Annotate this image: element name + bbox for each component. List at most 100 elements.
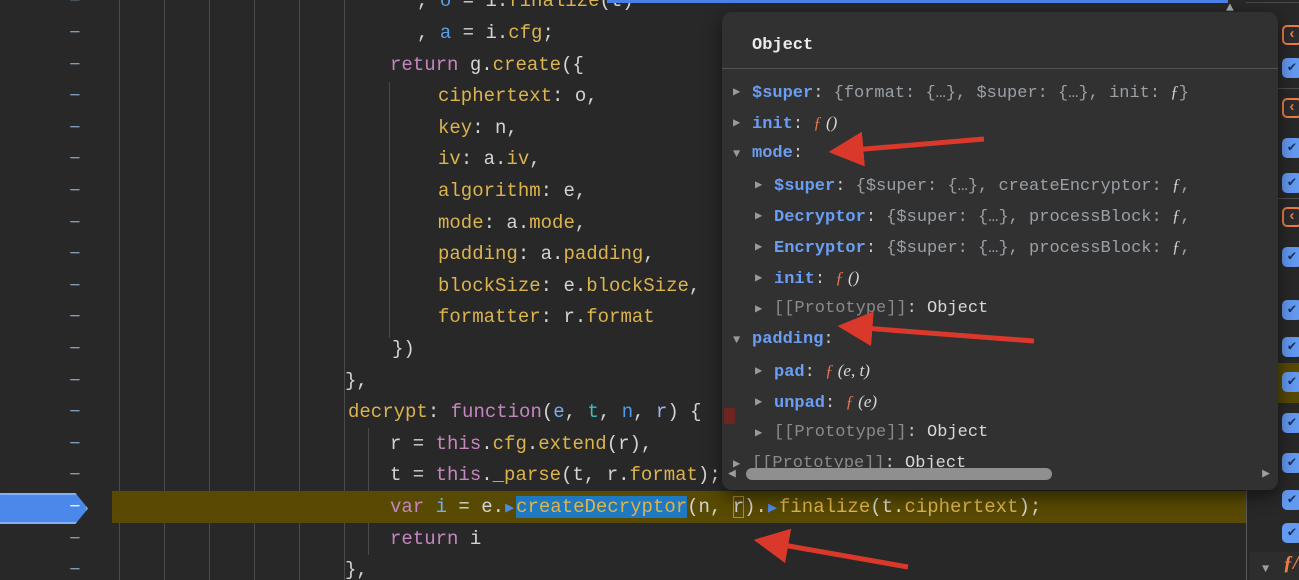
code-token: . (481, 464, 492, 486)
popup-horizontal-scrollbar[interactable]: ◀ ▶ (724, 466, 1276, 482)
collapsed-triangle-icon[interactable]: ▶ (733, 108, 740, 138)
collapsed-triangle-icon[interactable]: ▶ (755, 387, 762, 417)
gutter-line-marker[interactable]: − (66, 396, 84, 428)
collapsed-triangle-icon[interactable]: ▶ (755, 356, 762, 386)
gutter-line-marker[interactable]: − (66, 270, 84, 302)
code-token: ); (1018, 496, 1041, 518)
code-token: ; (542, 22, 553, 44)
gutter-line-marker[interactable]: − (66, 0, 84, 17)
code-token: o, (575, 85, 598, 107)
code-token: ciphertext (904, 496, 1018, 518)
code-token: n (699, 496, 710, 518)
expander-triangle-icon[interactable]: ▼ (1262, 562, 1269, 576)
object-property-row[interactable]: ▶$super: {format: {…}, $super: {…}, init… (722, 77, 1262, 107)
code-token (424, 496, 435, 518)
breakpoint-badge[interactable]: ‹ (1282, 98, 1299, 118)
object-property-row[interactable]: ▶$super: {$super: {…}, createEncryptor: … (722, 170, 1262, 200)
code-line[interactable]: − return i (0, 523, 1299, 555)
scroll-right-icon[interactable]: ▶ (1262, 466, 1270, 482)
property-value: {format: {…}, $super: {…}, init: (834, 84, 1171, 103)
breakpoint-checkbox[interactable]: ✔ (1282, 138, 1299, 158)
code-token: r (733, 496, 744, 518)
breakpoint-checkbox[interactable]: ✔ (1282, 372, 1299, 392)
gutter-line-marker[interactable]: − (66, 554, 84, 580)
object-property-row[interactable]: ▶[[Prototype]]: Object (722, 418, 1262, 448)
code-token: : (541, 275, 564, 297)
code-token: this (436, 464, 482, 486)
scrollbar-thumb[interactable] (746, 468, 1052, 480)
step-into-icon[interactable]: ▶ (504, 500, 516, 517)
gutter-line-marker[interactable]: − (66, 301, 84, 333)
breakpoint-checkbox[interactable]: ✔ (1282, 413, 1299, 433)
code-token: i. (485, 22, 508, 44)
gutter-line-marker[interactable]: − (66, 238, 84, 270)
code-token: ciphertext (438, 85, 552, 107)
collapsed-triangle-icon[interactable]: ▶ (755, 263, 762, 293)
code-line[interactable]: −}, (0, 554, 1299, 580)
object-property-row[interactable]: ▶pad: ƒ (e, t) (722, 356, 1262, 386)
collapsed-triangle-icon[interactable]: ▶ (755, 232, 762, 262)
collapsed-triangle-icon[interactable]: ▶ (755, 418, 762, 448)
collapsed-triangle-icon[interactable]: ▶ (755, 170, 762, 200)
object-property-row[interactable]: ▶unpad: ƒ (e) (722, 387, 1262, 417)
breakpoint-badge[interactable]: ‹ (1282, 207, 1299, 227)
gutter-line-marker[interactable]: − (66, 523, 84, 555)
collapsed-triangle-icon[interactable]: ▶ (733, 77, 740, 107)
code-token: r. (607, 464, 630, 486)
property-value: {$super: {…}, processBlock: (886, 208, 1172, 227)
breakpoint-checkbox[interactable]: ✔ (1282, 453, 1299, 473)
breakpoint-badge[interactable]: ‹ (1282, 25, 1299, 45)
gutter-line-marker[interactable]: − (66, 49, 84, 81)
code-token: , (689, 275, 700, 297)
breakpoint-checkbox[interactable]: ✔ (1282, 58, 1299, 78)
gutter-line-marker[interactable]: − (66, 80, 84, 112)
expanded-triangle-icon[interactable]: ▼ (733, 139, 740, 169)
object-property-row[interactable]: ▶init: ƒ () (722, 108, 1262, 138)
gutter-line-marker[interactable]: − (66, 143, 84, 175)
gutter-line-marker[interactable]: − (66, 365, 84, 397)
breakpoint-checkbox[interactable]: ✔ (1282, 247, 1299, 267)
property-value: Object (927, 423, 988, 442)
breakpoint-checkbox[interactable]: ✔ (1282, 173, 1299, 193)
breakpoint-checkbox[interactable]: ✔ (1282, 300, 1299, 320)
scroll-left-icon[interactable]: ◀ (728, 466, 736, 482)
gutter-line-marker[interactable]: − (66, 175, 84, 207)
code-text: key: n, (438, 112, 518, 144)
step-into-icon[interactable]: ▶ (767, 500, 779, 517)
code-text: iv: a.iv, (438, 143, 541, 175)
rail-divider (1278, 198, 1299, 199)
selected-token[interactable]: createDecryptor (516, 496, 687, 518)
object-property-row[interactable]: ▶Encryptor: {$super: {…}, processBlock: … (722, 232, 1262, 262)
object-property-row[interactable]: ▼mode: (722, 139, 1262, 169)
gutter-line-marker[interactable]: − (66, 428, 84, 460)
scroll-up-icon[interactable]: ▲ (1226, 0, 1234, 15)
breakpoint-checkbox[interactable]: ✔ (1282, 490, 1299, 510)
object-property-row[interactable]: ▼padding: (722, 325, 1262, 355)
collapsed-triangle-icon[interactable]: ▶ (755, 201, 762, 231)
code-token: = (401, 464, 435, 486)
code-token: ( (561, 464, 572, 486)
gutter-line-marker[interactable]: − (66, 112, 84, 144)
code-text: return i (390, 523, 481, 555)
editor-scrollbar-track[interactable] (1246, 487, 1247, 580)
breakpoint-checkbox[interactable]: ✔ (1282, 337, 1299, 357)
code-text: decrypt: function(e, t, n, r) { (348, 396, 702, 428)
gutter-line-marker[interactable]: − (66, 459, 84, 491)
collapsed-triangle-icon[interactable]: ▶ (755, 294, 762, 324)
expanded-triangle-icon[interactable]: ▼ (733, 325, 740, 355)
code-token: g. (458, 54, 492, 76)
object-property-row[interactable]: ▶init: ƒ () (722, 263, 1262, 293)
object-property-row[interactable]: ▶Decryptor: {$super: {…}, processBlock: … (722, 201, 1262, 231)
code-text: }, (345, 365, 368, 397)
code-text: r = this.cfg.extend(r), (390, 428, 652, 460)
object-property-row[interactable]: ▶[[Prototype]]: Object (722, 294, 1262, 324)
gutter-line-marker[interactable]: − (66, 17, 84, 49)
breakpoint-checkbox[interactable]: ✔ (1282, 523, 1299, 543)
gutter-line-marker[interactable]: − (66, 207, 84, 239)
code-token: ) { (667, 401, 701, 423)
code-token: , (575, 212, 586, 234)
code-line[interactable]: −var i = e.▶createDecryptor(n, r).▶final… (112, 491, 1247, 523)
code-token: extend (538, 433, 606, 455)
gutter-line-marker[interactable]: − (66, 333, 84, 365)
gutter-line-marker[interactable]: − (66, 491, 84, 523)
